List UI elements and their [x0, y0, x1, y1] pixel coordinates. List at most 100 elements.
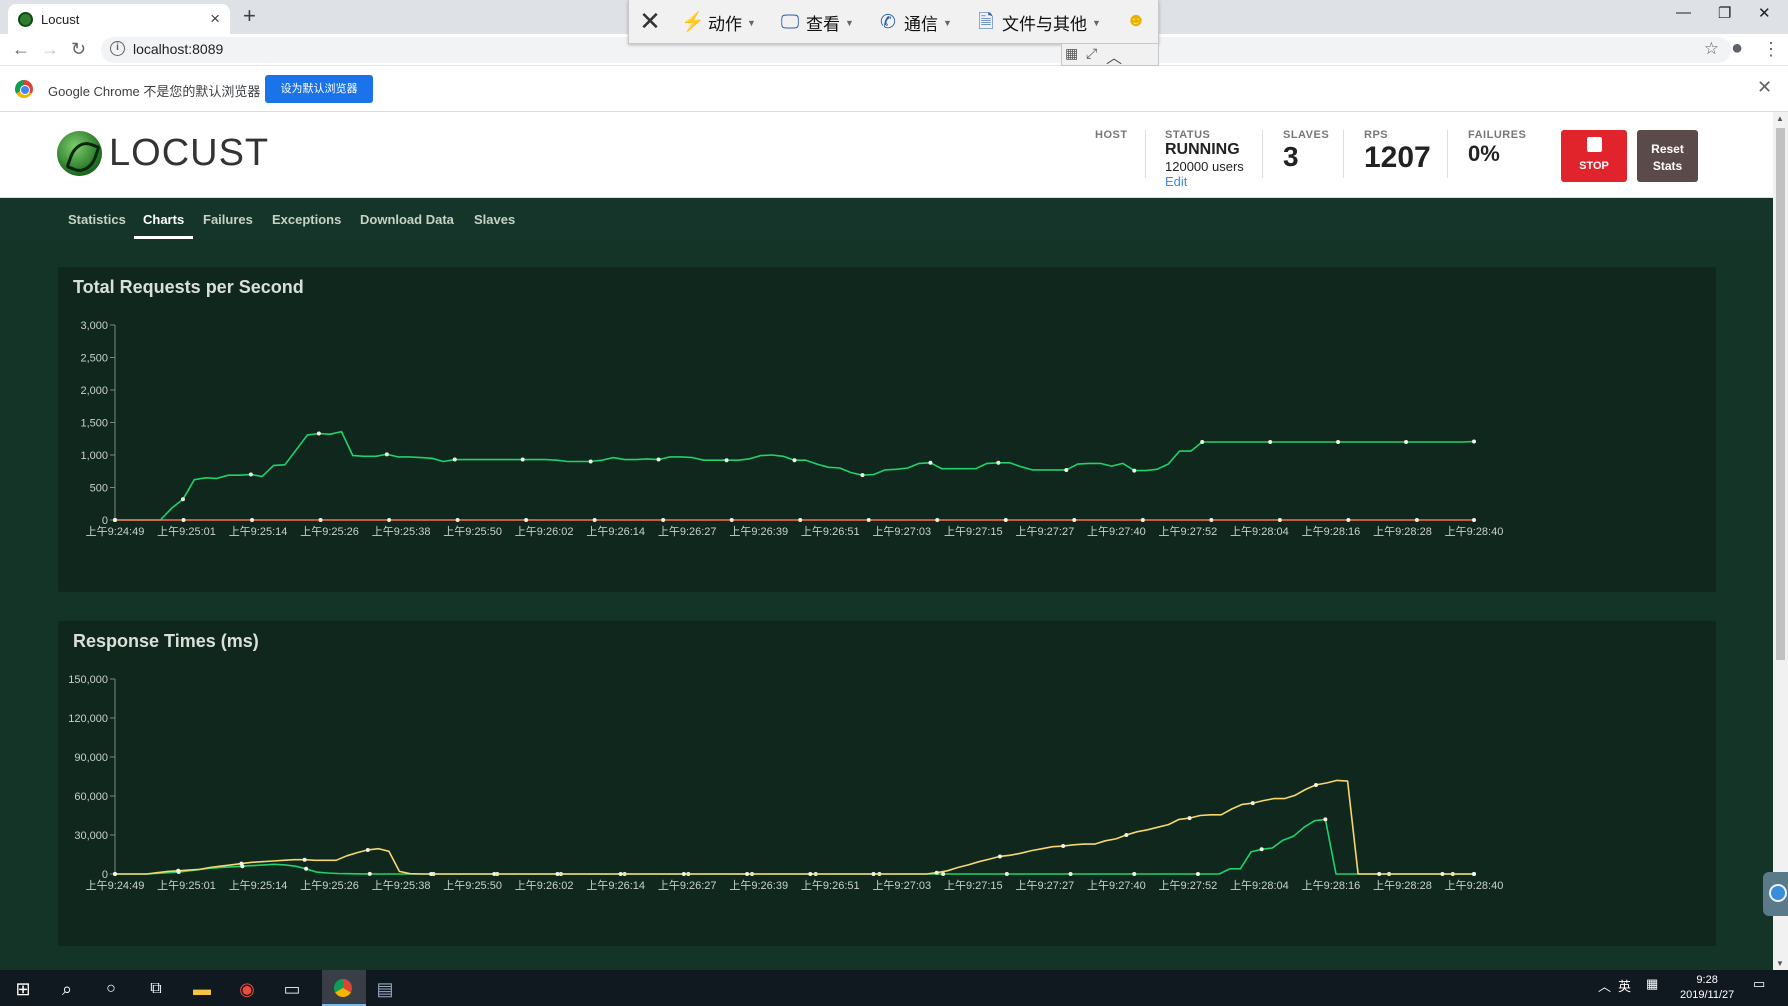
new-tab-button[interactable]: + — [243, 3, 256, 29]
minimize-window-icon[interactable]: — — [1676, 4, 1691, 21]
rps-value: 1207 — [1364, 141, 1431, 174]
data-point — [1472, 518, 1476, 522]
x-tick-label: 上午9:28:28 — [1373, 879, 1432, 892]
locust-tab-nav: Statistics Charts Failures Exceptions Do… — [0, 198, 1773, 239]
data-point — [1195, 872, 1200, 876]
input-language[interactable]: 英 — [1618, 976, 1631, 995]
x-tick-label: 上午9:27:03 — [872, 879, 931, 892]
x-tick-label: 上午9:26:39 — [729, 879, 788, 892]
toolbar-files-menu[interactable]: 🗎 文件与其他 ▼ — [975, 10, 1101, 35]
data-point — [618, 872, 623, 876]
fullscreen-icon[interactable]: ⤢ — [1086, 45, 1097, 62]
tab-slaves[interactable]: Slaves — [474, 212, 515, 227]
x-tick-label: 上午9:28:16 — [1302, 879, 1361, 892]
back-arrow-icon[interactable]: ← — [12, 39, 30, 60]
restore-window-icon[interactable]: ❐ — [1718, 4, 1731, 22]
y-tick-label: 3,000 — [80, 320, 108, 332]
remote-desktop-icon[interactable]: ▤ — [374, 978, 396, 1000]
system-clock[interactable]: 9:28 2019/11/27 — [1680, 973, 1734, 1003]
tab-statistics[interactable]: Statistics — [68, 212, 126, 227]
default-browser-infobar: Google Chrome 不是您的默认浏览器 设为默认浏览器 ✕ — [0, 67, 1788, 112]
data-point — [866, 518, 871, 522]
stop-label: STOP — [1579, 160, 1609, 172]
toolbar-view-menu[interactable]: 🖵 查看 ▼ — [779, 10, 854, 35]
failures-box: FAILURES 0% — [1468, 129, 1526, 167]
data-point — [1404, 440, 1409, 444]
status-value: RUNNING — [1165, 141, 1240, 158]
tray-chevron-icon[interactable]: ︿ — [1598, 976, 1611, 995]
data-point — [1124, 833, 1129, 837]
bookmark-star-icon[interactable]: ☆ — [1704, 39, 1719, 59]
response-time-chart-panel: Response Times (ms) 0 30,000 60,000 90,000 1… — [58, 621, 1716, 946]
smiley-feedback-icon[interactable]: ☻ — [1125, 10, 1147, 32]
chrome-taskbar-icon[interactable] — [322, 970, 366, 1006]
stop-button[interactable]: STOP — [1561, 130, 1627, 182]
scroll-down-icon[interactable]: ▼ — [1776, 959, 1784, 968]
ime-mode-icon[interactable]: ▦ — [1646, 976, 1658, 992]
x-tick-label: 上午9:26:39 — [729, 525, 788, 538]
grid-icon[interactable]: ▦ — [1065, 45, 1078, 62]
chrome-menu-icon[interactable]: ⋮ — [1762, 39, 1780, 60]
close-tab-icon[interactable]: × — [210, 9, 220, 29]
profile-avatar-icon[interactable]: ● — [1731, 37, 1743, 60]
data-point — [1259, 847, 1264, 852]
windows-start-icon[interactable]: ⊞ — [12, 978, 34, 1000]
edit-link[interactable]: Edit — [1165, 174, 1244, 189]
cortana-icon[interactable]: ○ — [100, 978, 122, 1000]
data-point — [1132, 872, 1137, 876]
task-view-icon[interactable]: ⧉ — [145, 978, 167, 1000]
x-tick-label: 上午9:25:14 — [229, 525, 288, 538]
tab-failures[interactable]: Failures — [203, 212, 253, 227]
data-point — [871, 872, 876, 876]
toolbar-communication-menu[interactable]: ✆ 通信 ▼ — [877, 10, 952, 35]
x-tick-label: 上午9:25:26 — [300, 879, 359, 892]
x-tick-label: 上午9:28:04 — [1230, 879, 1289, 892]
collapse-toolbar-icon[interactable]: ︿ — [1106, 44, 1122, 68]
x-tick-label: 上午9:25:50 — [443, 879, 502, 892]
browser-tab[interactable]: Locust × — [8, 4, 230, 34]
data-point — [248, 472, 253, 477]
file-transfer-icon: 🗎 — [978, 11, 994, 33]
close-window-icon[interactable]: ✕ — [1758, 4, 1771, 22]
x-tick-label: 上午9:25:01 — [157, 525, 216, 538]
x-tick-label: 上午9:27:15 — [944, 879, 1003, 892]
page-scrollbar[interactable]: ▲ ▼ — [1773, 112, 1788, 970]
data-point — [1187, 816, 1192, 821]
tab-exceptions[interactable]: Exceptions — [272, 212, 341, 227]
tab-download-data[interactable]: Download Data — [360, 212, 454, 227]
infobar-message: Google Chrome 不是您的默认浏览器 — [48, 84, 261, 99]
reset-stats-button[interactable]: Reset Stats — [1637, 130, 1698, 182]
info-icon[interactable]: i — [110, 41, 125, 56]
set-default-browser-button[interactable]: 设为默认浏览器 — [265, 75, 373, 103]
x-tick-label: 上午9:26:27 — [658, 525, 717, 538]
file-explorer-icon[interactable]: ▬ — [191, 978, 213, 1000]
app-icon[interactable]: ◉ — [236, 978, 258, 1000]
scroll-up-icon[interactable]: ▲ — [1776, 114, 1784, 123]
data-point — [1132, 468, 1137, 473]
tab-charts[interactable]: Charts — [134, 212, 194, 239]
notifications-icon[interactable]: ▭ — [1753, 976, 1765, 992]
forward-arrow-icon[interactable]: → — [41, 39, 59, 60]
url-text[interactable]: localhost:8089 — [133, 41, 223, 57]
close-toolbar-icon[interactable]: ✕ — [639, 8, 661, 34]
x-tick-label: 上午9:27:52 — [1159, 525, 1218, 538]
terminal-icon[interactable]: ▭ — [281, 978, 303, 1000]
y-tick-label: 1,500 — [80, 418, 108, 430]
toolbar-actions-menu[interactable]: ⚡ 动作 ▼ — [681, 10, 756, 35]
y-tick-label: 500 — [90, 483, 108, 495]
reload-icon[interactable]: ↻ — [71, 39, 86, 60]
data-point — [1472, 872, 1476, 876]
search-icon[interactable]: ⌕ — [56, 978, 78, 1000]
remote-toolbar-controls: ▦ ⤢ ︿ — [1061, 44, 1159, 68]
locust-main: Statistics Charts Failures Exceptions Do… — [0, 198, 1773, 970]
data-point — [387, 518, 392, 522]
monitor-icon: 🖵 — [780, 11, 800, 33]
y-tick-label: 150,000 — [68, 674, 108, 686]
x-tick-label: 上午9:28:16 — [1302, 525, 1361, 538]
scrollbar-thumb[interactable] — [1776, 128, 1785, 660]
close-infobar-icon[interactable]: ✕ — [1757, 77, 1772, 98]
x-tick-label: 上午9:28:04 — [1230, 525, 1289, 538]
x-tick-label: 上午9:26:02 — [515, 879, 574, 892]
response-time-chart: 030,00060,00090,000120,000150,000上午9:24:… — [68, 674, 1503, 892]
remote-session-handle-icon[interactable] — [1763, 872, 1788, 916]
